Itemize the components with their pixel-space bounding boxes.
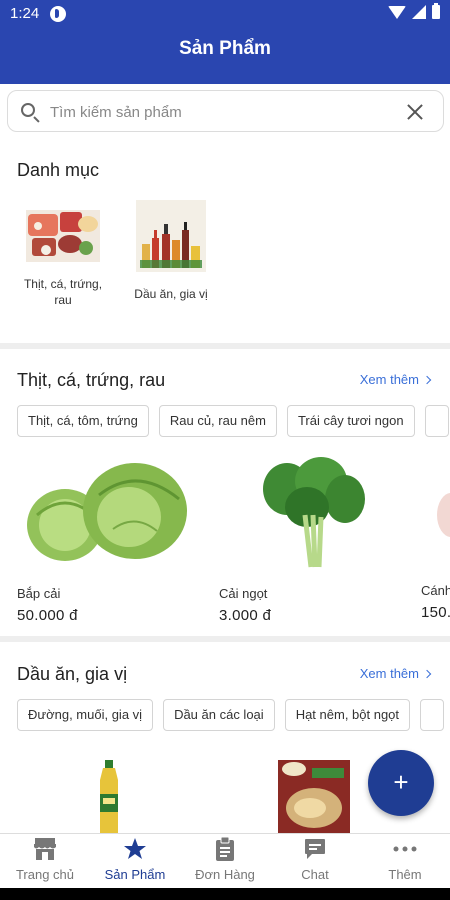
category-label: Thịt, cá, trứng, rau (23, 277, 103, 307)
product-card-partial[interactable]: Cánh 150. (421, 455, 450, 621)
bottom-navigation: Trang chủ Sản Phẩm Đơn Hàng Chat Thêm (0, 833, 450, 888)
chip-partial[interactable] (420, 699, 445, 731)
product-price: 50.000 đ (17, 607, 78, 624)
status-time: 1:24 (10, 5, 40, 22)
product-image-bok-choy (255, 455, 399, 576)
star-icon (90, 834, 180, 864)
product-image-wing (421, 455, 450, 573)
chip[interactable]: Hạt nêm, bột ngọt (284, 699, 411, 731)
chip[interactable]: Dầu ăn các loại (163, 699, 275, 731)
nav-label: Đơn Hàng (195, 867, 255, 882)
product-image-cabbage (17, 455, 197, 576)
status-icons (388, 3, 440, 19)
see-more-label: Xem thêm (359, 666, 419, 681)
nav-label: Sản Phẩm (104, 867, 166, 882)
product-card[interactable]: Cải ngọt 3.000 đ (219, 455, 399, 624)
search-bar (7, 90, 444, 132)
category-label: Dầu ăn, gia vị (134, 287, 208, 301)
store-icon (0, 834, 90, 864)
chip-partial[interactable] (424, 405, 449, 437)
category-image-meat (18, 210, 108, 266)
section-title: Dầu ăn, gia vị (17, 664, 128, 684)
chip[interactable]: Đường, muối, gia vị (17, 699, 154, 731)
see-more-link[interactable]: Xem thêm (359, 666, 432, 681)
nav-item-chat[interactable]: Chat (270, 834, 360, 888)
status-bar: 1:24 (0, 0, 450, 28)
battery-icon (432, 3, 440, 19)
wifi-icon (388, 5, 406, 19)
product-name: Cải ngọt (219, 586, 268, 601)
nav-item-products[interactable]: Sản Phẩm (90, 834, 180, 888)
product-image-oil-bottle[interactable] (94, 760, 124, 838)
product-image-seasoning[interactable] (278, 760, 350, 838)
search-input[interactable] (50, 100, 380, 124)
nav-item-more[interactable]: Thêm (360, 834, 450, 888)
categories-title: Danh mục (17, 160, 100, 180)
system-nav-bar (0, 888, 450, 900)
divider (0, 343, 450, 349)
category-item-meat[interactable]: Thịt, cá, trứng, rau (18, 210, 108, 308)
chevron-right-icon (422, 375, 432, 385)
notification-icon (50, 6, 66, 22)
clipboard-icon (180, 834, 270, 864)
section-title: Thịt, cá, trứng, rau (17, 370, 166, 390)
chip[interactable]: Thịt, cá, tôm, trứng (17, 405, 149, 437)
product-price: 3.000 đ (219, 607, 272, 624)
see-more-link[interactable]: Xem thêm (359, 372, 432, 387)
product-price: 150. (421, 604, 450, 621)
product-card[interactable]: Bắp cải 50.000 đ (17, 455, 197, 624)
nav-item-orders[interactable]: Đơn Hàng (180, 834, 270, 888)
add-button[interactable]: + (368, 750, 434, 816)
chip[interactable]: Rau củ, rau nêm (158, 405, 277, 437)
more-icon (360, 834, 450, 864)
nav-item-home[interactable]: Trang chủ (0, 834, 90, 888)
page-title: Sản Phẩm (179, 38, 271, 59)
chat-icon (270, 834, 360, 864)
search-icon (21, 103, 35, 117)
chip-row: Thịt, cá, tôm, trứng Rau củ, rau nêm Trá… (17, 405, 449, 437)
chevron-right-icon (422, 669, 432, 679)
nav-label: Chat (301, 867, 329, 882)
nav-label: Thêm (388, 867, 422, 882)
category-item-oil[interactable]: Dầu ăn, gia vị (126, 200, 216, 302)
signal-icon (412, 5, 426, 19)
see-more-label: Xem thêm (359, 372, 419, 387)
divider (0, 636, 450, 642)
nav-label: Trang chủ (15, 867, 75, 882)
product-name: Cánh (421, 583, 450, 598)
app-bar: 1:24 Sản Phẩm (0, 0, 450, 84)
category-image-oil (126, 200, 216, 276)
chip[interactable]: Trái cây tươi ngon (286, 405, 415, 437)
clear-icon[interactable] (405, 102, 425, 122)
product-name: Bắp cải (17, 586, 61, 601)
chip-row: Đường, muối, gia vị Dầu ăn các loại Hạt … (17, 699, 445, 731)
